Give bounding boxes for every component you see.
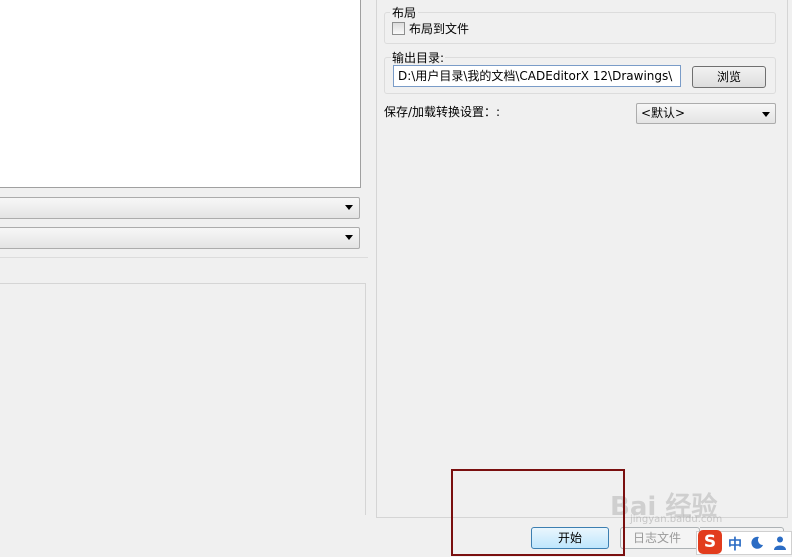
save-settings-value: <默认> [641, 106, 686, 120]
ime-mode-label[interactable]: 中 [728, 534, 742, 554]
moon-icon[interactable] [750, 536, 764, 550]
sogou-logo[interactable]: S [698, 530, 722, 554]
output-dir-input[interactable]: D:\用户目录\我的文档\CADEditorX 12\Drawings\ [393, 65, 681, 87]
file-list-panel[interactable] [0, 0, 361, 188]
save-settings-select[interactable]: <默认> [636, 103, 776, 124]
watermark-url: jingyan.baidu.com [630, 514, 723, 525]
layout-group-title: 布局 [390, 4, 419, 21]
browse-button[interactable]: 浏览 [692, 66, 766, 88]
left-combo-2[interactable] [0, 227, 360, 249]
chevron-down-icon [345, 235, 353, 240]
user-icon[interactable] [772, 535, 788, 551]
log-file-button[interactable]: 日志文件 [620, 527, 700, 549]
output-dir-title: 输出目录: [391, 49, 446, 66]
layout-to-file-label: 布局到文件 [409, 22, 470, 36]
highlight-annotation [451, 469, 625, 556]
save-settings-label: 保存/加载转换设置：: [384, 105, 501, 119]
layout-to-file-checkbox[interactable] [392, 22, 405, 35]
left-combo-1[interactable] [0, 197, 360, 219]
chevron-down-icon [762, 112, 770, 117]
chevron-down-icon [345, 205, 353, 210]
divider [0, 257, 368, 258]
left-lower-panel [0, 283, 366, 515]
